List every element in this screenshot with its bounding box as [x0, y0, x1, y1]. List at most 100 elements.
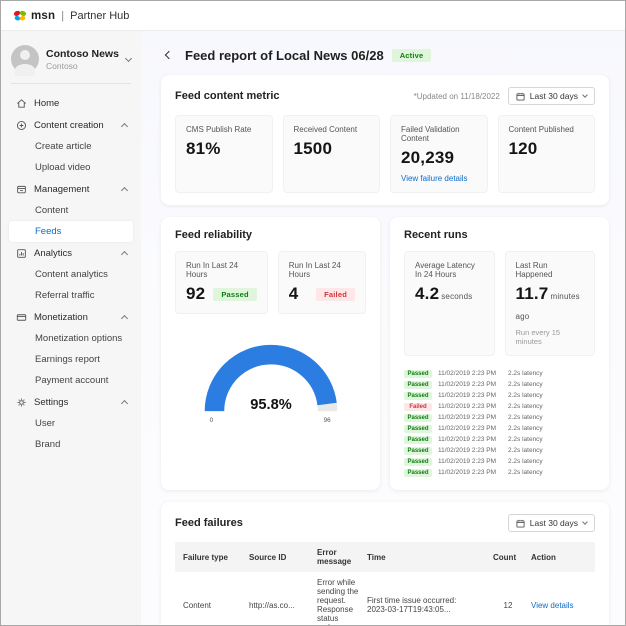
account-switcher[interactable]: Contoso News Contoso: [9, 43, 133, 83]
main-content: Feed report of Local News 06/28 Active F…: [141, 31, 625, 625]
run-row[interactable]: Passed11/02/2019 2:23 PM2.2s latency: [404, 445, 595, 456]
settings-gear-icon: [15, 396, 27, 408]
page-title: Feed report of Local News 06/28: [185, 48, 384, 63]
feed-content-metric-card: Feed content metric *Updated on 11/18/20…: [161, 75, 609, 205]
gauge-value-text: 95.8%: [250, 397, 291, 413]
failed-badge: Failed: [316, 288, 355, 301]
sidebar-item-user[interactable]: User: [9, 413, 133, 434]
gauge-min-label: 0: [209, 417, 213, 424]
date-range-dropdown[interactable]: Last 30 days: [508, 514, 595, 532]
calendar-icon: [516, 519, 525, 528]
brand-separator: |: [61, 10, 64, 22]
metric-tile-cms-publish-rate: CMS Publish Rate 81%: [175, 115, 273, 193]
chevron-up-icon: [121, 187, 128, 194]
chevron-up-icon: [121, 400, 128, 407]
sidebar-item-monetization-options[interactable]: Monetization options: [9, 328, 133, 349]
run-row[interactable]: Passed11/02/2019 2:23 PM2.2s latency: [404, 379, 595, 390]
sidebar-group-settings[interactable]: Settings: [9, 391, 133, 413]
sidebar-group-analytics[interactable]: Analytics: [9, 242, 133, 264]
sidebar-divider: [11, 83, 131, 84]
chevron-up-icon: [121, 315, 128, 322]
brand-logo[interactable]: msn | Partner Hub: [13, 10, 129, 22]
sidebar-item-feeds[interactable]: Feeds: [9, 221, 133, 242]
run-row[interactable]: Passed11/02/2019 2:23 PM2.2s latency: [404, 423, 595, 434]
calendar-icon: [516, 92, 525, 101]
chevron-down-icon: [582, 519, 588, 525]
card-title: Feed failures: [175, 517, 508, 529]
date-range-dropdown[interactable]: Last 30 days: [508, 87, 595, 105]
passed-badge: Passed: [213, 288, 256, 301]
sidebar-item-payment-account[interactable]: Payment account: [9, 370, 133, 391]
card-title: Recent runs: [404, 229, 595, 241]
sidebar-item-label: Management: [34, 184, 115, 195]
sidebar-item-brand[interactable]: Brand: [9, 434, 133, 455]
last-run-tile: Last Run Happened 11.7minutes ago Run ev…: [505, 251, 596, 356]
msn-butterfly-icon: [13, 10, 27, 22]
back-button[interactable]: [161, 47, 177, 63]
sidebar-item-label: Content creation: [34, 120, 115, 131]
reliability-tile-passed: Run In Last 24 Hours 92 Passed: [175, 251, 268, 314]
sidebar: Contoso News Contoso Home Content creati…: [1, 31, 141, 625]
run-row[interactable]: Passed11/02/2019 2:23 PM2.2s latency: [404, 390, 595, 401]
account-org: Contoso: [46, 61, 119, 71]
sidebar-group-monetization[interactable]: Monetization: [9, 306, 133, 328]
card-title: Feed reliability: [175, 229, 366, 241]
run-frequency: Run every 15 minutes: [516, 328, 585, 346]
view-failure-details-link[interactable]: View failure details: [401, 174, 477, 183]
view-details-link[interactable]: View details: [531, 601, 587, 610]
chevron-left-icon: [165, 51, 173, 59]
plus-circle-icon: [15, 119, 27, 131]
reliability-tile-failed: Run In Last 24 Hours 4 Failed: [278, 251, 366, 314]
feed-reliability-card: Feed reliability Run In Last 24 Hours 92…: [161, 217, 380, 490]
avatar: [11, 45, 39, 73]
reliability-gauge: 0 96 95.8%: [175, 330, 366, 426]
chevron-up-icon: [121, 251, 128, 258]
brand-name: msn: [31, 10, 55, 22]
run-list: Passed11/02/2019 2:23 PM2.2s latency Pas…: [404, 368, 595, 478]
chevron-down-icon: [125, 54, 132, 61]
updated-timestamp: *Updated on 11/18/2022: [414, 92, 500, 101]
sidebar-item-create-article[interactable]: Create article: [9, 136, 133, 157]
sidebar-group-management[interactable]: Management: [9, 178, 133, 200]
run-row[interactable]: Passed11/02/2019 2:23 PM2.2s latency: [404, 412, 595, 423]
sidebar-item-label: Analytics: [34, 248, 115, 259]
recent-runs-card: Recent runs Average Latency In 24 Hours …: [390, 217, 609, 490]
product-name: Partner Hub: [70, 10, 129, 22]
top-bar: msn | Partner Hub: [1, 1, 625, 31]
sidebar-item-earnings-report[interactable]: Earnings report: [9, 349, 133, 370]
home-icon: [15, 97, 27, 109]
chevron-up-icon: [121, 123, 128, 130]
gauge-max-label: 96: [323, 417, 331, 424]
app-window: msn | Partner Hub Contoso News Contoso H…: [0, 0, 626, 626]
chevron-down-icon: [582, 92, 588, 98]
feed-failures-card: Feed failures Last 30 days Failure type …: [161, 502, 609, 625]
run-row[interactable]: Failed11/02/2019 2:23 PM2.2s latency: [404, 401, 595, 412]
status-badge: Active: [392, 49, 432, 62]
sidebar-item-label: Settings: [34, 397, 115, 408]
account-name: Contoso News: [46, 48, 119, 60]
sidebar-item-home[interactable]: Home: [9, 92, 133, 114]
latency-tile: Average Latency In 24 Hours 4.2seconds: [404, 251, 495, 356]
management-icon: [15, 183, 27, 195]
sidebar-item-label: Home: [34, 98, 127, 109]
run-row[interactable]: Passed11/02/2019 2:23 PM2.2s latency: [404, 456, 595, 467]
analytics-icon: [15, 247, 27, 259]
sidebar-item-content[interactable]: Content: [9, 200, 133, 221]
table-header-row: Failure type Source ID Error message Tim…: [175, 542, 595, 572]
metric-tile-content-published: Content Published 120: [498, 115, 596, 193]
sidebar-group-content-creation[interactable]: Content creation: [9, 114, 133, 136]
sidebar-item-content-analytics[interactable]: Content analytics: [9, 264, 133, 285]
run-row[interactable]: Passed11/02/2019 2:23 PM2.2s latency: [404, 467, 595, 478]
run-row[interactable]: Passed11/02/2019 2:23 PM2.2s latency: [404, 368, 595, 379]
metric-tile-failed-validation: Failed Validation Content 20,239 View fa…: [390, 115, 488, 193]
table-row: Content http://as.co... Error while send…: [175, 572, 595, 625]
monetization-icon: [15, 311, 27, 323]
sidebar-item-upload-video[interactable]: Upload video: [9, 157, 133, 178]
sidebar-item-label: Monetization: [34, 312, 115, 323]
run-row[interactable]: Passed11/02/2019 2:23 PM2.2s latency: [404, 434, 595, 445]
metric-tile-received-content: Received Content 1500: [283, 115, 381, 193]
page-header: Feed report of Local News 06/28 Active: [161, 47, 609, 63]
failures-table: Failure type Source ID Error message Tim…: [175, 542, 595, 625]
sidebar-item-referral-traffic[interactable]: Referral traffic: [9, 285, 133, 306]
card-title: Feed content metric: [175, 90, 414, 102]
